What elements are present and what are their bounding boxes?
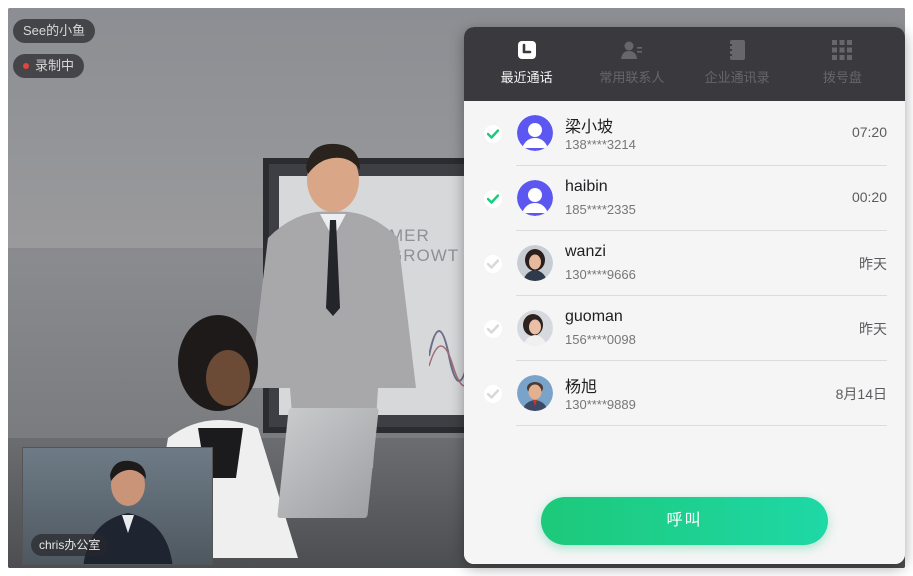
call-time: 8月14日: [835, 386, 887, 402]
recent-calls-icon: [516, 39, 538, 61]
contact-photo: [517, 245, 553, 281]
call-time: 昨天: [859, 321, 887, 337]
tab-dialpad[interactable]: 拨号盘: [792, 27, 892, 101]
contact-photo: [517, 310, 553, 346]
tab-contacts[interactable]: 常用联系人: [582, 27, 682, 101]
contact-phone: 130****9889: [565, 397, 636, 412]
contact-phone: 138****3214: [565, 137, 636, 152]
contact-phone: 185****2335: [565, 202, 636, 217]
check-icon[interactable]: [484, 190, 502, 208]
call-time: 昨天: [859, 256, 887, 272]
self-view-label: chris办公室: [31, 534, 109, 556]
self-view-video[interactable]: chris办公室: [22, 447, 213, 565]
contact-name: guoman: [565, 308, 623, 325]
recent-calls-list: 梁小坡 138****3214 07:20 haibin 185****2335…: [464, 101, 905, 426]
check-icon[interactable]: [484, 385, 502, 403]
dialpad-icon: [831, 39, 853, 61]
call-time: 07:20: [851, 124, 887, 140]
call-row[interactable]: guoman 156****0098 昨天: [464, 296, 905, 361]
check-icon[interactable]: [484, 255, 502, 273]
call-row[interactable]: 杨旭 130****9889 8月14日: [464, 361, 905, 426]
check-icon[interactable]: [484, 125, 502, 143]
tab-contacts-label: 常用联系人: [599, 70, 665, 85]
call-row[interactable]: haibin 185****2335 00:20: [464, 166, 905, 231]
laptop: [277, 408, 379, 518]
contact-name: haibin: [565, 178, 608, 195]
tab-recent-calls[interactable]: 最近通话: [477, 27, 577, 101]
recording-dot-icon: [23, 63, 29, 69]
contact-photo: [517, 375, 553, 411]
call-button[interactable]: 呼叫: [541, 497, 828, 545]
contact-name: 梁小坡: [565, 119, 614, 136]
call-time: 00:20: [851, 189, 887, 205]
contacts-icon: [620, 39, 643, 61]
tab-dialpad-label: 拨号盘: [822, 70, 862, 85]
default-avatar-icon: [517, 180, 553, 216]
tab-directory-label: 企业通讯录: [704, 70, 770, 85]
default-avatar-icon: [517, 115, 553, 151]
room-name: See的小鱼: [23, 23, 86, 38]
call-row[interactable]: 梁小坡 138****3214 07:20: [464, 101, 905, 166]
tab-directory[interactable]: 企业通讯录: [687, 27, 787, 101]
tab-bar: 最近通话 常用联系人 企业通讯录 拨号盘: [464, 27, 905, 101]
tab-recent-calls-label: 最近通话: [500, 70, 553, 85]
contact-name: wanzi: [565, 243, 606, 260]
recording-label: 录制中: [35, 58, 75, 73]
directory-icon: [726, 39, 748, 61]
call-panel: 最近通话 常用联系人 企业通讯录 拨号盘 梁小坡 138****3214 07:…: [464, 27, 905, 564]
contact-phone: 130****9666: [565, 267, 636, 282]
call-row[interactable]: wanzi 130****9666 昨天: [464, 231, 905, 296]
check-icon[interactable]: [484, 320, 502, 338]
recording-badge: 录制中: [13, 54, 85, 78]
room-name-badge: See的小鱼: [13, 19, 96, 43]
contact-phone: 156****0098: [565, 332, 636, 347]
contact-name: 杨旭: [565, 379, 598, 396]
